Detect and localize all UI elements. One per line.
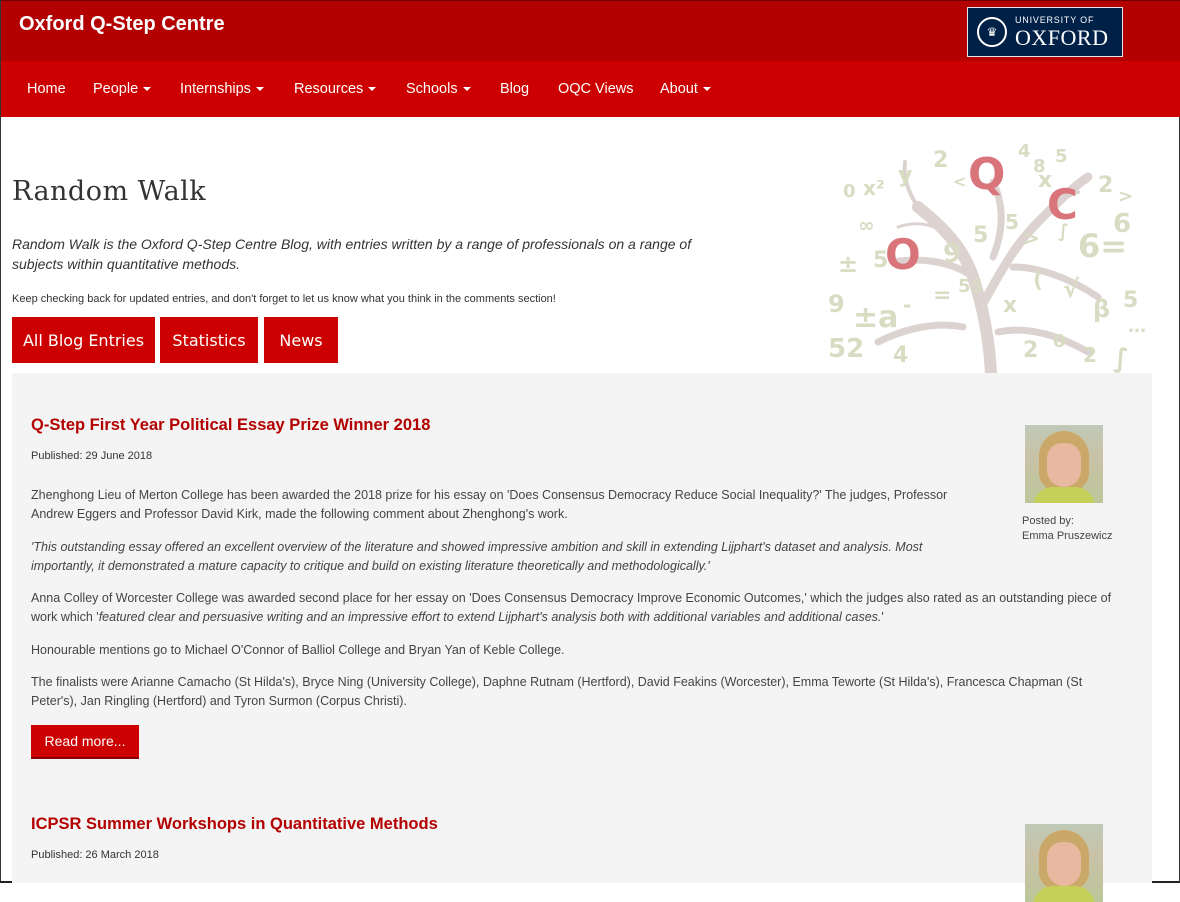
oxford-logo[interactable]: ♛ UNIVERSITY OF OXFORD bbox=[967, 7, 1123, 57]
posted-by: Posted by: Emma Pruszewicz bbox=[1022, 514, 1112, 544]
statistics-button[interactable]: Statistics bbox=[160, 317, 258, 363]
caret-down-icon bbox=[368, 87, 377, 92]
caret-down-icon bbox=[702, 87, 711, 92]
svg-text:52: 52 bbox=[828, 334, 864, 364]
svg-text:x: x bbox=[1003, 293, 1017, 318]
nav-oqc-views[interactable]: OQC Views bbox=[558, 81, 633, 97]
svg-text:Q: Q bbox=[968, 149, 1005, 200]
svg-text:55: 55 bbox=[958, 276, 983, 297]
blog-description: Random Walk is the Oxford Q-Step Centre … bbox=[12, 236, 692, 272]
blog-posts-area: Q-Step First Year Political Essay Prize … bbox=[12, 373, 1152, 902]
svg-text:2: 2 bbox=[1098, 173, 1113, 198]
nav-about-label: About bbox=[660, 81, 698, 97]
site-title[interactable]: Oxford Q-Step Centre bbox=[19, 13, 225, 36]
site-header: Oxford Q-Step Centre ♛ UNIVERSITY OF OXF… bbox=[1, 0, 1180, 61]
svg-text:4: 4 bbox=[1018, 141, 1031, 162]
svg-text:∫: ∫ bbox=[1113, 344, 1129, 373]
comments-note: Keep checking back for updated entries, … bbox=[12, 293, 556, 305]
post-paragraph: Anna Colley of Worcester College was awa… bbox=[31, 589, 1113, 627]
nav-internships[interactable]: Internships bbox=[180, 81, 264, 97]
svg-text:5: 5 bbox=[1055, 146, 1068, 167]
post-published-date: Published: 26 March 2018 bbox=[31, 849, 159, 861]
svg-text:0: 0 bbox=[1053, 331, 1066, 352]
svg-text:<: < bbox=[953, 172, 966, 191]
all-blog-entries-button[interactable]: All Blog Entries bbox=[12, 317, 155, 363]
svg-text:C: C bbox=[1047, 180, 1078, 229]
svg-text:x²: x² bbox=[863, 176, 885, 200]
caret-down-icon bbox=[462, 87, 471, 92]
svg-text:(: ( bbox=[1033, 268, 1043, 293]
nav-oqc-views-label: OQC Views bbox=[558, 81, 634, 97]
posted-by-label: Posted by: bbox=[1022, 515, 1074, 527]
university-crest-icon: ♛ bbox=[977, 17, 1007, 47]
nav-resources-label: Resources bbox=[294, 81, 364, 97]
nav-schools[interactable]: Schools bbox=[406, 81, 471, 97]
main-navigation: Home People Internships Resources School… bbox=[1, 61, 1180, 117]
svg-text:9: 9 bbox=[828, 290, 845, 318]
nav-internships-label: Internships bbox=[180, 81, 251, 97]
svg-text:2: 2 bbox=[1023, 338, 1038, 363]
author-avatar[interactable] bbox=[1025, 824, 1103, 902]
judges-quote: 'This outstanding essay offered an excel… bbox=[31, 540, 923, 573]
svg-text:>: > bbox=[1118, 186, 1133, 207]
svg-text:±: ± bbox=[838, 250, 858, 278]
svg-text:2: 2 bbox=[1083, 343, 1097, 367]
oqc-tree-illustration: 0 x² y 2 < 4 8 5 x 2 > 6 6= ∞ ± 5 9 5 5 … bbox=[828, 141, 1146, 373]
logo-main-text: OXFORD bbox=[1015, 24, 1109, 50]
nav-resources[interactable]: Resources bbox=[294, 81, 377, 97]
post-published-date: Published: 29 June 2018 bbox=[31, 450, 153, 462]
post-paragraph: Zhenghong Lieu of Merton College has bee… bbox=[31, 488, 948, 521]
nav-schools-label: Schools bbox=[406, 81, 458, 97]
svg-text:>: > bbox=[1023, 226, 1040, 250]
author-avatar[interactable] bbox=[1025, 425, 1103, 503]
svg-text:β: β bbox=[1093, 295, 1110, 323]
post-paragraph: The finalists were Arianne Camacho (St H… bbox=[31, 675, 1083, 708]
nav-blog[interactable]: Blog bbox=[500, 81, 529, 97]
quote-close: ' bbox=[881, 610, 884, 624]
svg-text:y: y bbox=[898, 163, 912, 188]
svg-text:±a: ±a bbox=[853, 300, 898, 335]
svg-text:…: … bbox=[1128, 316, 1146, 337]
svg-text:-: - bbox=[903, 293, 911, 317]
svg-text:=: = bbox=[933, 283, 951, 308]
second-place-quote: featured clear and persuasive writing an… bbox=[98, 610, 882, 624]
logo-top-text: UNIVERSITY OF bbox=[1015, 14, 1095, 25]
nav-home[interactable]: Home bbox=[27, 81, 66, 97]
news-button[interactable]: News bbox=[264, 317, 338, 363]
svg-text:5: 5 bbox=[1005, 210, 1019, 234]
caret-down-icon bbox=[255, 87, 264, 92]
nav-home-label: Home bbox=[27, 81, 66, 97]
svg-text:0: 0 bbox=[843, 181, 856, 202]
read-more-button[interactable]: Read more... bbox=[31, 725, 139, 759]
post-title[interactable]: ICPSR Summer Workshops in Quantitative M… bbox=[31, 815, 438, 834]
post-paragraph: Honourable mentions go to Michael O'Conn… bbox=[31, 643, 565, 657]
caret-down-icon bbox=[143, 87, 152, 92]
svg-text:2: 2 bbox=[933, 148, 948, 173]
svg-text:O: O bbox=[885, 230, 921, 279]
svg-text:9: 9 bbox=[943, 239, 961, 269]
svg-text:√: √ bbox=[1063, 275, 1080, 303]
page-title: Random Walk bbox=[12, 176, 207, 207]
author-name[interactable]: Emma Pruszewicz bbox=[1022, 530, 1112, 542]
svg-text:∞: ∞ bbox=[858, 213, 875, 237]
svg-text:4: 4 bbox=[893, 343, 908, 368]
svg-text:5: 5 bbox=[973, 223, 988, 248]
nav-blog-label: Blog bbox=[500, 81, 530, 97]
svg-text:5: 5 bbox=[1123, 288, 1138, 313]
nav-people-label: People bbox=[93, 81, 139, 97]
post-title[interactable]: Q-Step First Year Political Essay Prize … bbox=[31, 416, 430, 435]
svg-text:6=: 6= bbox=[1078, 227, 1127, 265]
nav-people[interactable]: People bbox=[93, 81, 152, 97]
nav-about[interactable]: About bbox=[660, 81, 711, 97]
